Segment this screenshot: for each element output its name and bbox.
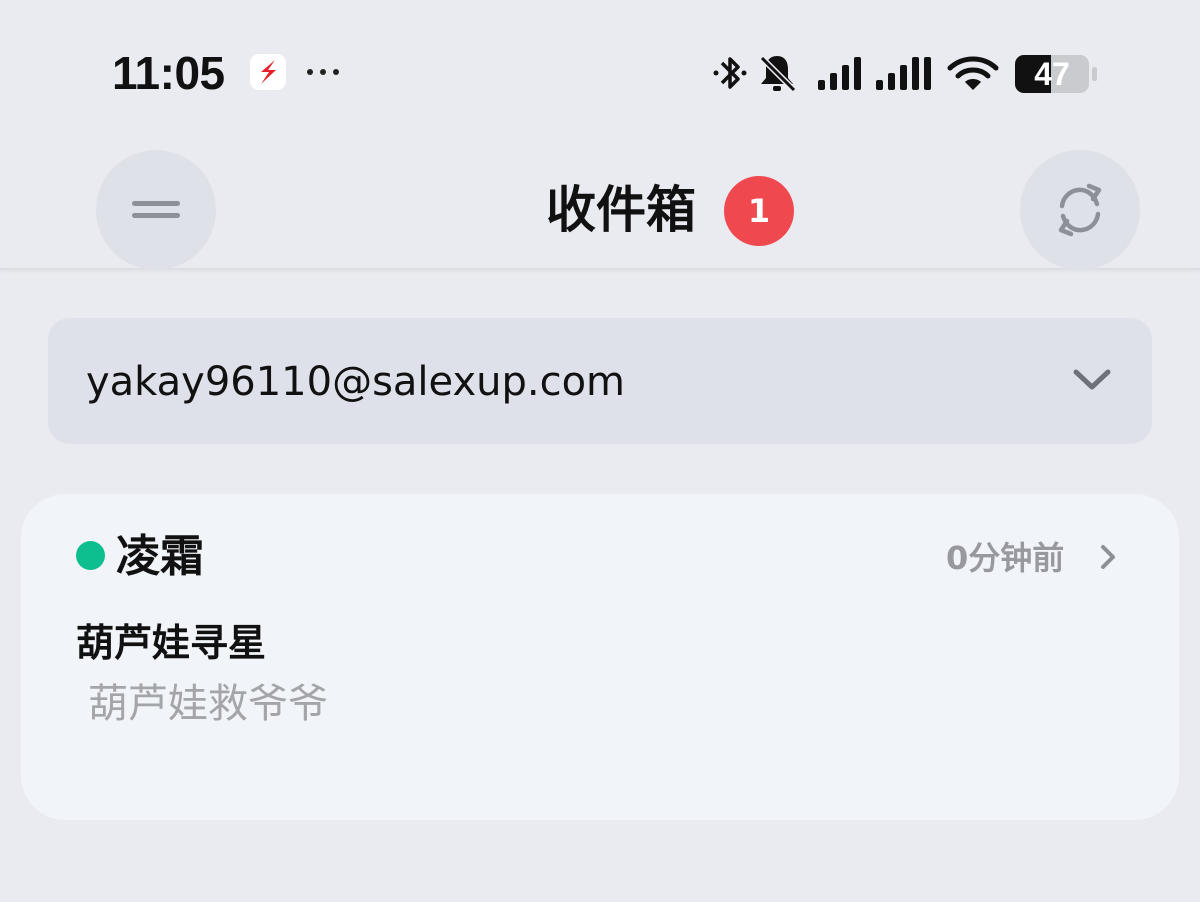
chevron-right-icon (1101, 545, 1115, 569)
refresh-icon (1058, 183, 1102, 237)
menu-icon (132, 201, 180, 218)
signal-icon-2 (876, 57, 931, 90)
battery-icon: 47 (1014, 53, 1100, 95)
app-s-icon (250, 54, 286, 90)
message-sender: 凌霜 (116, 531, 204, 582)
message-preview: 葫芦娃救爷爷 (88, 681, 328, 727)
menu-button[interactable] (96, 150, 216, 270)
unread-count-badge: 1 (724, 176, 794, 246)
message-subject: 葫芦娃寻星 (76, 621, 267, 665)
wifi-icon (947, 56, 999, 90)
online-status-dot (76, 541, 105, 570)
signal-icon (818, 57, 861, 90)
battery-level: 47 (1034, 55, 1070, 92)
account-email: yakay96110@salexup.com (86, 359, 626, 405)
message-time: 0分钟前 (946, 539, 1065, 577)
bluetooth-icon (713, 57, 747, 89)
bell-muted-icon (759, 55, 797, 93)
page-title: 收件箱 (546, 181, 696, 239)
status-time: 11:05 (112, 47, 225, 99)
chevron-down-icon (1073, 369, 1111, 390)
refresh-button[interactable] (1020, 150, 1140, 270)
more-dots-icon (307, 69, 339, 75)
